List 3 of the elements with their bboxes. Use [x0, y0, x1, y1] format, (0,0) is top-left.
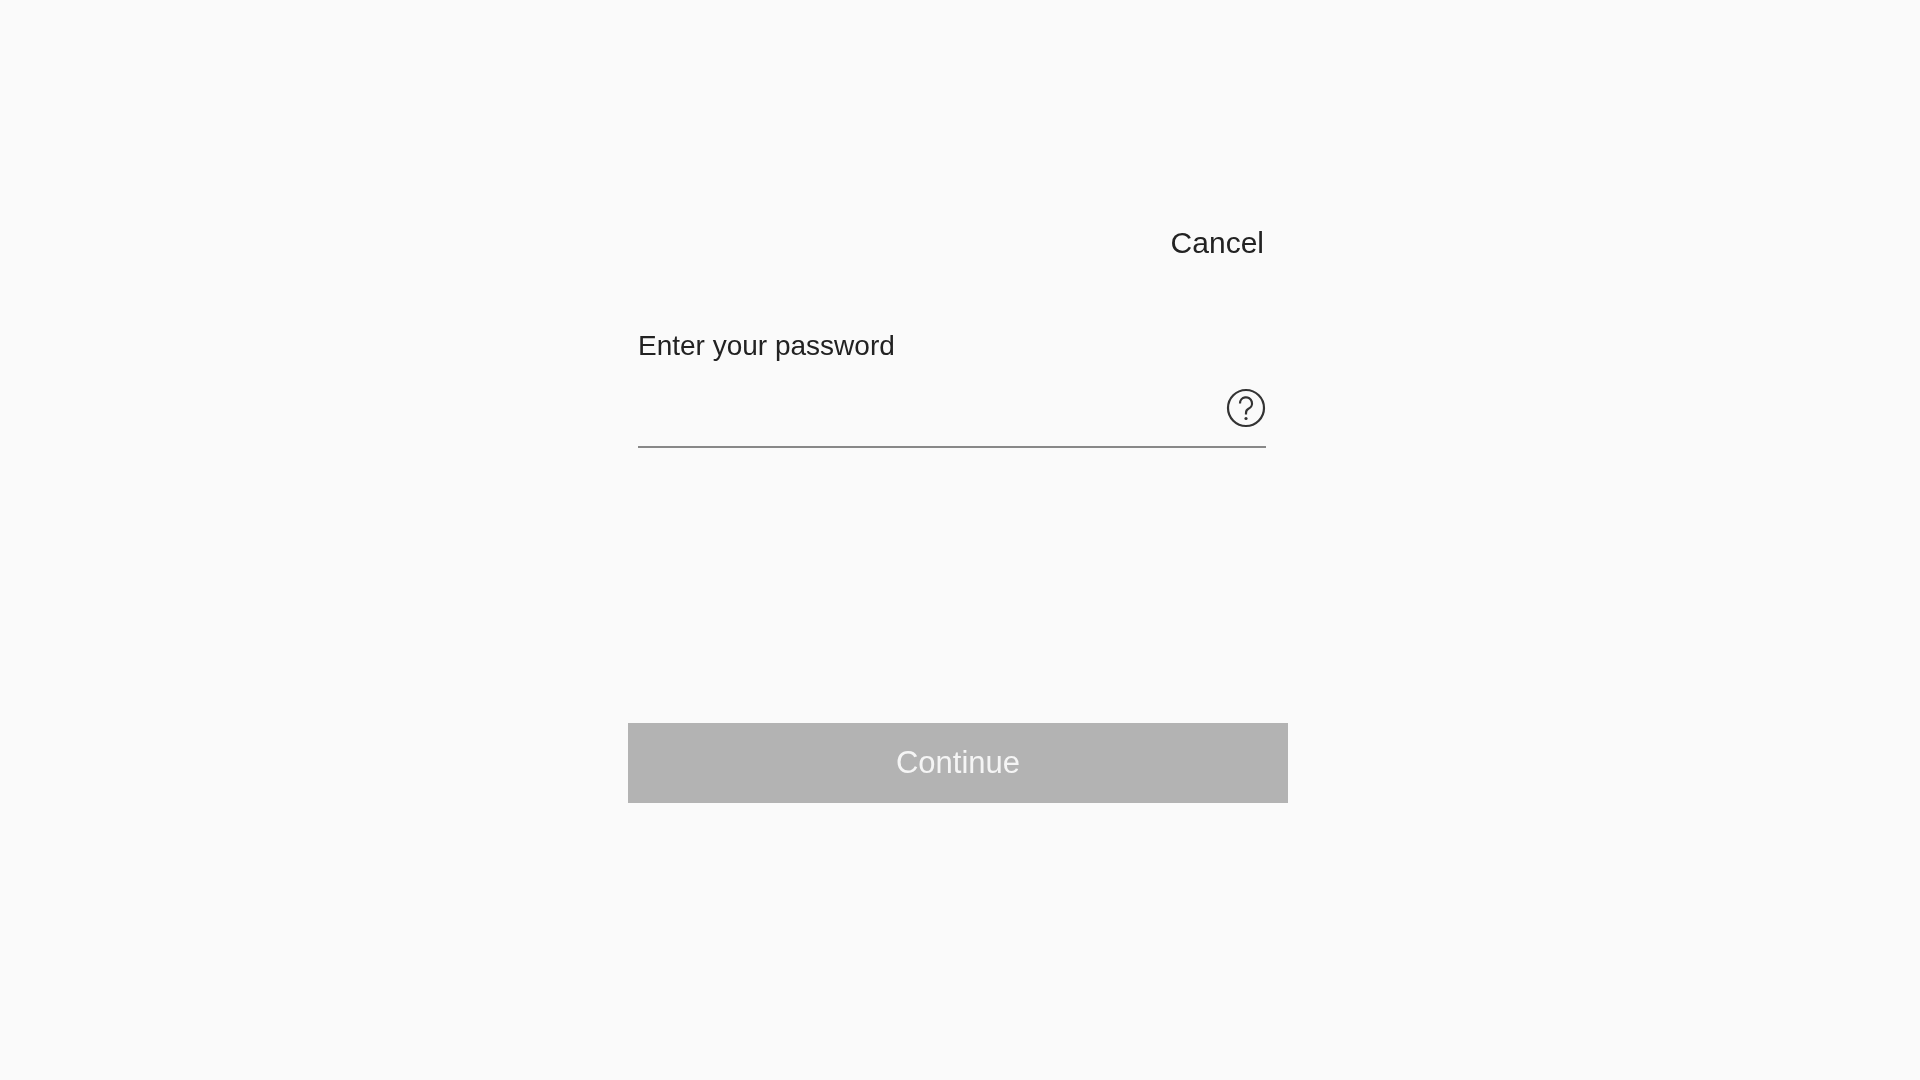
field-label: Enter your password: [638, 330, 896, 362]
help-icon[interactable]: [1226, 388, 1266, 428]
cancel-button[interactable]: Cancel: [1170, 226, 1264, 260]
